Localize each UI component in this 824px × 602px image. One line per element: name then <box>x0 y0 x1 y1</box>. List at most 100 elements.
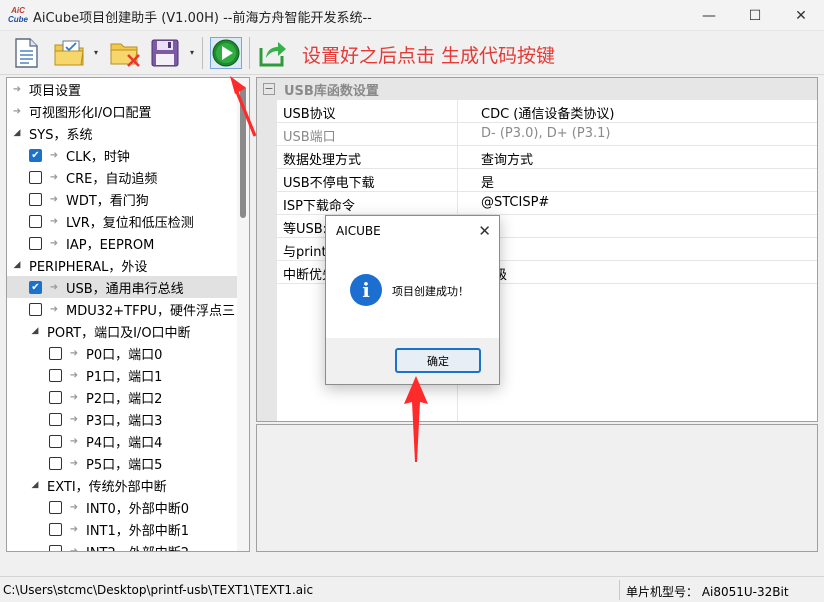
property-key: USB端口 <box>283 130 336 145</box>
expand-triangle-icon[interactable]: ◢ <box>29 480 41 490</box>
expand-triangle-icon[interactable]: ◢ <box>11 128 23 138</box>
expand-triangle-icon[interactable]: ◢ <box>11 260 23 270</box>
tree-checkbox[interactable] <box>49 434 62 448</box>
tree-item[interactable]: ➜ 可视图形化I/O口配置 <box>7 100 238 122</box>
close-folder-icon <box>110 43 140 67</box>
dialog-title-bar: AICUBE ✕ <box>326 216 499 246</box>
tree-item[interactable]: ➜ IAP，EEPROM <box>7 232 238 254</box>
arrow-right-icon: ➜ <box>69 545 79 552</box>
minimize-button[interactable]: — <box>686 0 732 31</box>
tree-checkbox[interactable] <box>49 544 62 551</box>
tree-item[interactable]: ➜ WDT，看门狗 <box>7 188 238 210</box>
tree-item-label: USB，通用串行总线 <box>66 281 184 297</box>
tree-item[interactable]: ➜ P1口，端口1 <box>7 364 238 386</box>
property-row[interactable]: USB不停电下载 是 <box>277 169 817 192</box>
tree-checkbox[interactable] <box>49 346 62 360</box>
arrow-right-icon: ➜ <box>49 149 59 161</box>
prop-gutter <box>257 100 277 421</box>
tree-item-label: P2口，端口2 <box>86 391 163 407</box>
window-title: AiCube项目创建助手 (V1.00H) --前海方舟智能开发系统-- <box>33 11 372 26</box>
tree-item-label: P3口，端口3 <box>86 413 163 429</box>
tree-checkbox[interactable] <box>49 500 62 514</box>
tree-item-label: SYS，系统 <box>29 127 93 143</box>
maximize-button[interactable]: ☐ <box>732 0 778 31</box>
arrow-right-icon: ➜ <box>69 523 79 535</box>
close-project-button[interactable] <box>109 37 143 69</box>
new-project-button[interactable] <box>10 37 42 69</box>
tree-item[interactable]: ✔ ➜ USB，通用串行总线 <box>7 276 238 298</box>
property-row[interactable]: USB协议 CDC (通信设备类协议) <box>277 100 817 123</box>
tree-item[interactable]: ✔ ➜ CLK，时钟 <box>7 144 238 166</box>
tree-item[interactable]: ◢ PORT，端口及I/O口中断 <box>7 320 238 342</box>
config-tree[interactable]: ➜ 项目设置 ➜ 可视图形化I/O口配置 ◢ SYS，系统 ✔ ➜ CLK，时钟 ➜ CRE，自动追… <box>6 77 250 552</box>
tree-item[interactable]: ➜ INT0，外部中断0 <box>7 496 238 518</box>
tree-item[interactable]: ➜ INT2，外部中断2 <box>7 540 238 552</box>
tree-item[interactable]: ➜ P3口，端口3 <box>7 408 238 430</box>
dialog-close-button[interactable]: ✕ <box>478 222 491 240</box>
tree-checkbox[interactable] <box>29 302 42 316</box>
tree-item[interactable]: ➜ MDU32+TFPU，硬件浮点三 <box>7 298 238 320</box>
tree-checkbox[interactable]: ✔ <box>29 280 42 294</box>
dialog-title: AICUBE <box>336 224 381 238</box>
tree-checkbox[interactable] <box>29 236 42 250</box>
property-key: 与print <box>283 245 327 260</box>
arrow-right-icon: ➜ <box>69 413 79 425</box>
tree-checkbox[interactable] <box>49 522 62 536</box>
property-value[interactable]: @STCISP# <box>481 195 549 210</box>
tree-checkbox[interactable] <box>29 214 42 228</box>
tree-item-label: 项目设置 <box>29 83 82 99</box>
property-value[interactable]: 查询方式 <box>481 149 533 168</box>
save-project-button[interactable] <box>149 37 181 69</box>
tree-checkbox[interactable] <box>29 192 42 206</box>
arrow-right-icon: ➜ <box>49 237 59 249</box>
open-dropdown-icon[interactable]: ▾ <box>92 49 100 57</box>
tree-checkbox[interactable] <box>49 456 62 470</box>
tree-item[interactable]: ➜ P4口，端口4 <box>7 430 238 452</box>
close-window-button[interactable]: ✕ <box>778 0 824 31</box>
tree-checkbox[interactable] <box>49 368 62 382</box>
app-logo-icon: AiC Cube <box>8 6 28 24</box>
open-project-button[interactable] <box>53 37 87 69</box>
save-dropdown-icon[interactable]: ▾ <box>188 49 196 57</box>
tree-item-label: MDU32+TFPU，硬件浮点三 <box>66 303 235 319</box>
toolbar-separator <box>202 37 203 69</box>
arrow-right-icon: ➜ <box>49 281 59 293</box>
tree-item[interactable]: ➜ P2口，端口2 <box>7 386 238 408</box>
tree-item[interactable]: ➜ INT1，外部中断1 <box>7 518 238 540</box>
prop-section-header[interactable]: − USB库函数设置 <box>257 78 817 100</box>
property-key: USB不停电下载 <box>283 176 375 191</box>
tree-item-label: INT0，外部中断0 <box>86 501 190 517</box>
tree-item[interactable]: ◢ EXTI，传统外部中断 <box>7 474 238 496</box>
run-icon <box>212 39 240 67</box>
tree-checkbox[interactable] <box>49 390 62 404</box>
tree-item-label: WDT，看门狗 <box>66 193 149 209</box>
tree-item[interactable]: ◢ PERIPHERAL，外设 <box>7 254 238 276</box>
tree-item[interactable]: ➜ P5口，端口5 <box>7 452 238 474</box>
export-button[interactable] <box>257 37 289 69</box>
tree-checkbox[interactable]: ✔ <box>29 148 42 162</box>
property-value[interactable]: D- (P3.0), D+ (P3.1) <box>481 126 610 141</box>
arrow-right-icon: ➜ <box>49 171 59 183</box>
collapse-icon[interactable]: − <box>263 83 275 95</box>
tree-item-label: PORT，端口及I/O口中断 <box>47 325 191 341</box>
tree-item-label: IAP，EEPROM <box>66 237 155 253</box>
property-row[interactable]: ISP下载命令 @STCISP# <box>277 192 817 215</box>
tree-item[interactable]: ➜ LVR，复位和低压检测 <box>7 210 238 232</box>
tree-item-label: P1口，端口1 <box>86 369 163 385</box>
tree-item[interactable]: ➜ 项目设置 <box>7 78 238 100</box>
tree-checkbox[interactable] <box>29 170 42 184</box>
property-row[interactable]: 数据处理方式 查询方式 <box>277 146 817 169</box>
tree-item[interactable]: ➜ CRE，自动追频 <box>7 166 238 188</box>
tree-checkbox[interactable] <box>49 412 62 426</box>
tree-item[interactable]: ➜ P0口，端口0 <box>7 342 238 364</box>
prop-section-title: USB库函数设置 <box>284 83 379 99</box>
generate-code-button[interactable] <box>210 37 242 69</box>
new-doc-icon <box>15 38 38 68</box>
expand-triangle-icon[interactable]: ◢ <box>29 326 41 336</box>
tree-item[interactable]: ◢ SYS，系统 <box>7 122 238 144</box>
property-value[interactable]: CDC (通信设备类协议) <box>481 103 614 122</box>
property-row[interactable]: USB端口 D- (P3.0), D+ (P3.1) <box>277 123 817 146</box>
tree-item-label: INT1，外部中断1 <box>86 523 190 539</box>
property-value[interactable]: 是 <box>481 172 494 191</box>
tree-scrollbar[interactable] <box>237 78 249 551</box>
